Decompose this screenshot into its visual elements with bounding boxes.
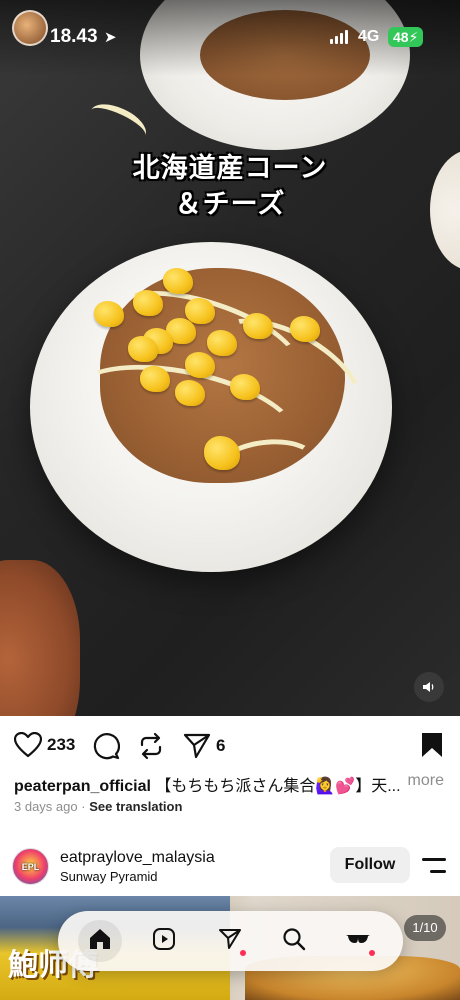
notification-dot [240, 950, 246, 956]
nav-search[interactable] [272, 920, 316, 962]
pan-edge [0, 560, 80, 716]
status-time: 18.43 [50, 26, 98, 47]
repost-icon [137, 732, 165, 760]
corn-kernel [163, 268, 193, 294]
home-icon [88, 927, 112, 956]
sound-toggle-button[interactable] [414, 672, 444, 702]
nav-profile[interactable] [336, 920, 380, 962]
post-media[interactable]: 北海道産コーン ＆チーズ 18.43 ➤ 4G 48⚡ [0, 0, 460, 716]
like-button[interactable]: 233 [14, 732, 75, 758]
comment-icon [92, 732, 120, 760]
repost-button[interactable] [137, 732, 165, 760]
battery-indicator: 48⚡ [388, 27, 424, 47]
image-counter: 1/10 [404, 915, 446, 941]
video-caption-line1: 北海道産コーン [132, 153, 328, 184]
signal-icon [330, 30, 348, 44]
heart-icon [14, 732, 42, 758]
caption-username[interactable]: peaterpan_official [14, 778, 151, 795]
corn-kernel [230, 374, 260, 400]
notification-dot [369, 950, 375, 956]
search-icon [282, 927, 306, 956]
bookmark-icon [421, 732, 443, 758]
nav-reels[interactable] [142, 920, 186, 962]
corn-kernel [243, 313, 273, 339]
corn-kernel [140, 366, 170, 392]
corn-kernel [185, 352, 215, 378]
post-caption[interactable]: peaterpan_official 【もちもち派さん集合🙋‍♀️💕】天... … [14, 772, 454, 796]
share-count: 6 [216, 736, 226, 755]
next-post-username[interactable]: eatpraylove_malaysia [60, 849, 215, 867]
corn-kernel [133, 290, 163, 316]
status-avatar [12, 10, 48, 46]
nav-home[interactable] [78, 920, 122, 962]
post-age: 3 days ago [14, 799, 78, 814]
location-arrow-icon: ➤ [104, 29, 117, 46]
post-actions: 233 6 [0, 724, 460, 768]
network-label: 4G [358, 28, 380, 45]
next-post-location[interactable]: Sunway Pyramid [60, 869, 158, 884]
avatar[interactable]: EPL [12, 848, 49, 885]
profile-icon [345, 932, 371, 951]
caption-text: 【もちもち派さん集合🙋‍♀️💕】天... [155, 778, 401, 795]
direct-icon [218, 927, 242, 956]
nav-direct[interactable] [208, 920, 252, 962]
more-link[interactable]: more [403, 772, 444, 790]
options-menu-icon[interactable] [422, 856, 446, 876]
meta-separator: · [81, 799, 86, 814]
mayo-drizzle [84, 96, 152, 150]
see-translation-link[interactable]: See translation [89, 799, 182, 814]
send-icon [183, 732, 211, 760]
follow-button[interactable]: Follow [330, 847, 410, 883]
corn-kernel [207, 330, 237, 356]
comment-button[interactable] [92, 732, 120, 760]
reels-icon [152, 927, 176, 956]
video-caption-line2: ＆チーズ [174, 189, 286, 220]
save-button[interactable] [421, 732, 443, 758]
post-meta: 3 days ago · See translation [14, 799, 182, 814]
share-button[interactable]: 6 [183, 732, 225, 760]
corn-kernel [128, 336, 158, 362]
status-bar: 18.43 ➤ 4G 48⚡ [0, 0, 460, 76]
corn-kernel [94, 301, 124, 327]
corn-kernel [175, 380, 205, 406]
corn-kernel [204, 436, 240, 470]
bottom-nav [58, 911, 403, 971]
like-count: 233 [47, 735, 76, 754]
corn-kernel [290, 316, 320, 342]
speaker-icon [422, 681, 436, 697]
next-post-header: EPL eatpraylove_malaysia Sunway Pyramid … [0, 840, 460, 892]
